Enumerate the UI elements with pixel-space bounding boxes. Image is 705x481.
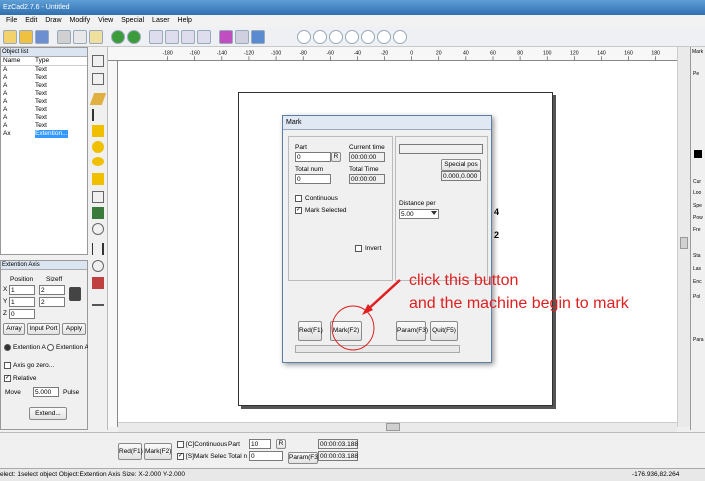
bottom-part-input[interactable]: 10 xyxy=(249,439,271,449)
right-item-enc: Enc xyxy=(693,279,702,285)
bottom-total-input[interactable]: 0 xyxy=(249,451,283,461)
bottom-mark-select-checkbox[interactable]: ✓ xyxy=(177,453,184,460)
right-item-para: Para xyxy=(693,337,704,343)
bottom-reset-button[interactable]: R xyxy=(276,439,286,449)
bottom-red-button[interactable]: Red(F1) xyxy=(118,443,143,460)
right-item-cur: Cur xyxy=(693,179,702,185)
right-panel: Mark Pe Cur Loo Spe Pow Fre Sta Las Enc … xyxy=(690,47,705,430)
bottom-mark-select-label: [S]Mark Selec xyxy=(186,453,227,460)
right-item-las: Las xyxy=(693,266,702,272)
right-item-loo: Loo xyxy=(693,190,702,196)
bottom-continuous-label: [C]Continuous xyxy=(186,441,228,448)
right-panel-title: Mark xyxy=(692,49,704,55)
right-item-pen[interactable]: Pe xyxy=(693,71,699,77)
right-item-spe: Spe xyxy=(693,203,702,209)
annotation-line1: click this button xyxy=(409,272,519,289)
right-item-fre: Fre xyxy=(693,227,701,233)
bottom-time2: 00:00:03.188 xyxy=(318,451,358,461)
bottom-mark-button[interactable]: Mark(F2) xyxy=(144,443,172,460)
bottom-continuous-checkbox[interactable] xyxy=(177,441,184,448)
status-text: elect: 1select object Object:Extention A… xyxy=(0,471,185,478)
color-swatch[interactable] xyxy=(694,150,702,158)
bottom-mark-bar: Red(F1) Mark(F2) [C]Continuous Part 10 R… xyxy=(0,432,705,468)
right-item-pow: Pow xyxy=(693,215,703,221)
status-bar: elect: 1select object Object:Extention A… xyxy=(0,468,705,481)
right-item-pol: Pol xyxy=(693,294,701,300)
bottom-total-label: Total n xyxy=(228,453,248,460)
highlight-circle xyxy=(331,305,375,351)
bottom-part-label: Part xyxy=(228,441,240,448)
bottom-time1: 00:00:03.188 xyxy=(318,439,358,449)
annotation-line2: and the machine begin to mark xyxy=(409,295,629,312)
annotation-overlay xyxy=(331,279,401,351)
right-item-sta: Sta xyxy=(693,253,701,259)
status-coords: -176.936,82.264 xyxy=(632,471,680,478)
bottom-param-button[interactable]: Param(F3) xyxy=(288,452,320,464)
